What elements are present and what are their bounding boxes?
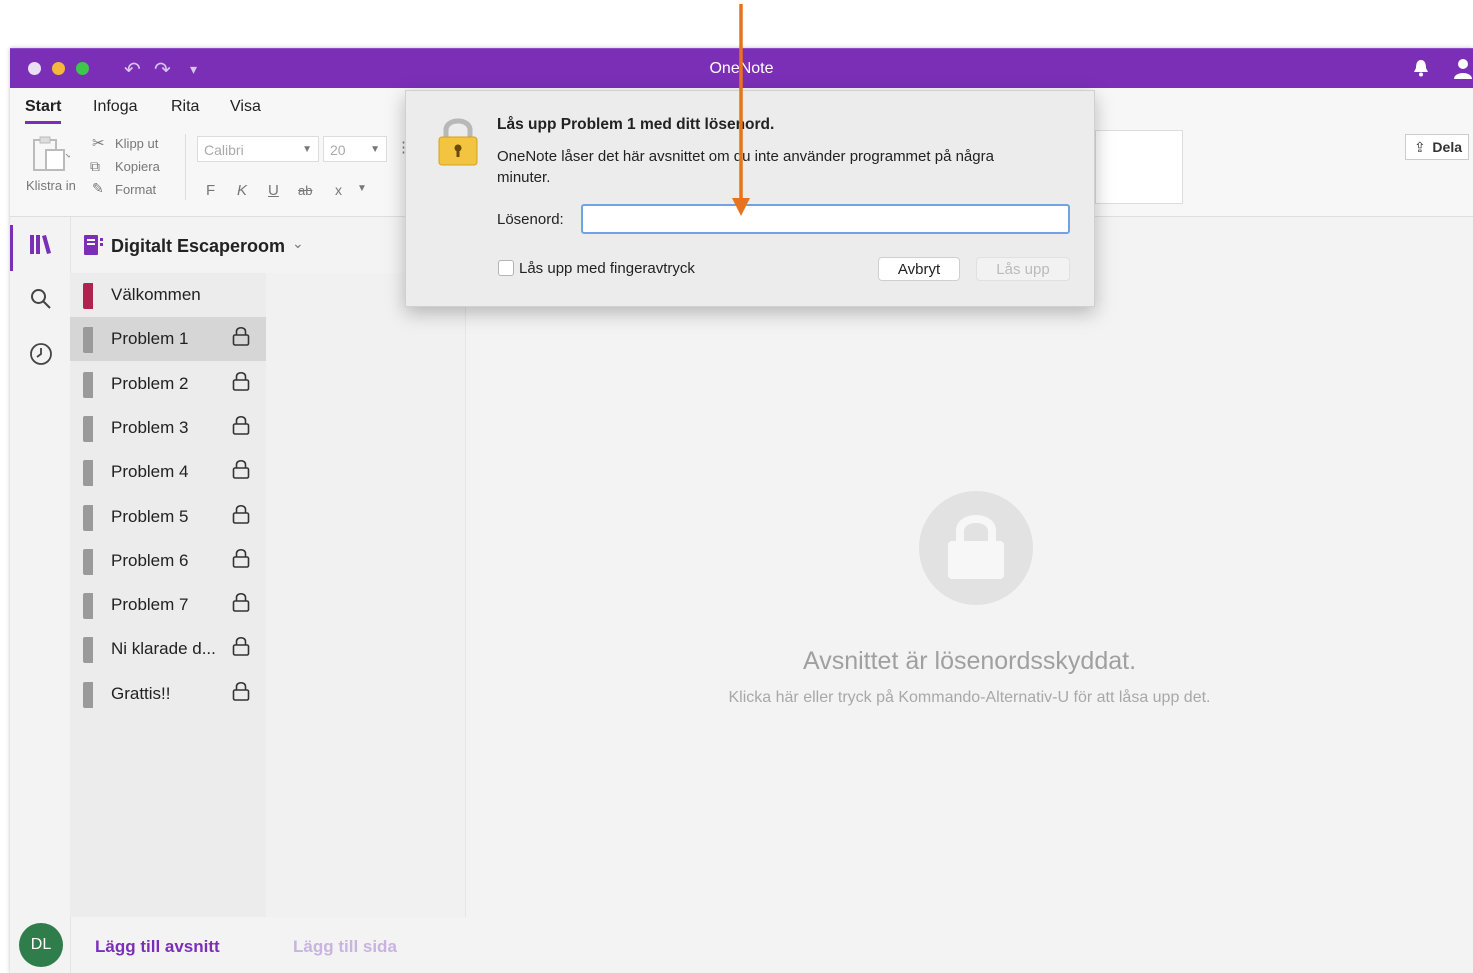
account-icon[interactable] xyxy=(1453,57,1473,84)
section-color-tab xyxy=(83,593,93,620)
lock-icon xyxy=(232,414,250,441)
notebooks-icon[interactable] xyxy=(29,233,53,260)
fingerprint-checkbox[interactable] xyxy=(498,260,514,276)
section-item[interactable]: Problem 5 xyxy=(70,495,266,539)
format-painter-icon[interactable]: ✎ xyxy=(92,180,104,197)
section-label: Problem 3 xyxy=(111,417,189,437)
section-label: Problem 4 xyxy=(111,462,189,482)
page-content-area[interactable]: Avsnittet är lösenordsskyddat. Klicka hä… xyxy=(466,217,1473,973)
underline-button[interactable]: U xyxy=(268,182,279,199)
font-size-value: 20 xyxy=(330,142,346,158)
recent-clock-icon[interactable] xyxy=(29,342,53,371)
section-label: Välkommen xyxy=(111,285,201,304)
section-color-tab xyxy=(83,415,93,442)
chevron-down-icon[interactable]: ▼ xyxy=(357,183,367,194)
section-color-tab xyxy=(83,504,93,531)
dialog-message: OneNote låser det här avsnittet om du in… xyxy=(497,148,994,186)
tab-rita[interactable]: Rita xyxy=(171,98,199,116)
tab-infoga[interactable]: Infoga xyxy=(93,98,137,116)
section-label: Problem 6 xyxy=(111,550,189,570)
chevron-down-icon: ▼ xyxy=(370,144,380,155)
lock-icon xyxy=(232,547,250,574)
share-label: Dela xyxy=(1432,139,1462,155)
section-item[interactable]: Problem 3 xyxy=(70,406,266,450)
section-color-tab xyxy=(83,460,93,487)
lock-icon xyxy=(232,635,250,662)
paste-icon[interactable] xyxy=(30,136,73,179)
unlock-button[interactable]: Lås upp xyxy=(976,257,1070,281)
notebook-title: Digitalt Escaperoom xyxy=(111,236,286,256)
section-label: Grattis!! xyxy=(111,683,171,703)
chevron-down-icon: ▼ xyxy=(302,144,312,155)
share-button[interactable]: ⇪ Dela xyxy=(1405,134,1469,160)
notifications-icon[interactable] xyxy=(1413,59,1429,82)
locked-hint[interactable]: Klicka här eller tryck på Kommando-Alter… xyxy=(466,689,1473,707)
strikethrough-button[interactable]: ab xyxy=(298,183,312,198)
share-icon: ⇪ xyxy=(1414,139,1426,155)
sections-list: Välkommen Problem 1 Problem 2 Problem 3 Prob… xyxy=(70,273,266,917)
tab-visa[interactable]: Visa xyxy=(230,98,261,116)
font-name-select[interactable]: Calibri ▼ xyxy=(197,136,319,162)
lock-icon xyxy=(232,370,250,397)
section-item[interactable]: Problem 4 xyxy=(70,450,266,494)
bold-button[interactable]: F xyxy=(206,182,215,199)
ribbon-style-gallery[interactable] xyxy=(1095,130,1183,204)
chevron-down-icon[interactable]: ⌄ xyxy=(292,235,304,252)
font-name-value: Calibri xyxy=(204,142,244,158)
section-color-tab xyxy=(83,548,93,575)
italic-button[interactable]: K xyxy=(237,182,247,199)
section-item[interactable]: Problem 6 xyxy=(70,539,266,583)
lock-icon xyxy=(232,325,250,352)
section-label: Problem 2 xyxy=(111,373,189,393)
cut-button[interactable]: Klipp ut xyxy=(115,136,158,151)
section-item[interactable]: Problem 7 xyxy=(70,583,266,627)
section-item[interactable]: Grattis!! xyxy=(70,672,266,716)
section-color-tab xyxy=(83,371,93,398)
nav-active-indicator xyxy=(10,225,13,271)
section-item[interactable]: Problem 2 xyxy=(70,362,266,406)
section-label: Ni klarade d... xyxy=(111,639,216,659)
search-icon[interactable] xyxy=(30,288,52,315)
notebook-icon xyxy=(83,234,103,261)
sidebar-footer: DL Lägg till avsnitt Lägg till sida xyxy=(10,917,1473,973)
add-page-button[interactable]: Lägg till sida xyxy=(293,937,397,957)
section-label: Problem 7 xyxy=(111,595,189,615)
section-color-tab xyxy=(83,681,93,708)
locked-section-icon xyxy=(919,491,1033,605)
paste-label[interactable]: Klistra in xyxy=(26,178,76,193)
section-item[interactable]: Problem 1 xyxy=(70,317,266,362)
section-color-tab xyxy=(83,327,93,354)
ribbon-divider xyxy=(185,134,186,200)
font-size-select[interactable]: 20 ▼ xyxy=(323,136,387,162)
section-item[interactable]: Ni klarade d... xyxy=(70,627,266,671)
locked-title: Avsnittet är lösenordsskyddat. xyxy=(802,647,1137,675)
tab-start[interactable]: Start xyxy=(25,98,62,124)
format-painter-button[interactable]: Format xyxy=(115,182,156,197)
annotation-arrow-icon xyxy=(732,4,750,216)
copy-icon[interactable]: ⧉ xyxy=(90,158,100,175)
section-color-tab xyxy=(83,283,93,309)
lock-icon xyxy=(232,503,250,530)
navigation-strip xyxy=(10,217,71,973)
padlock-icon xyxy=(437,115,479,172)
password-input[interactable] xyxy=(581,204,1070,234)
lock-icon xyxy=(232,591,250,618)
cancel-button[interactable]: Avbryt xyxy=(878,257,960,281)
lock-icon xyxy=(232,680,250,707)
subscript-button[interactable]: x xyxy=(335,182,342,198)
section-item[interactable]: Välkommen xyxy=(70,273,266,317)
fingerprint-label[interactable]: Lås upp med fingeravtryck xyxy=(519,260,695,277)
avatar[interactable]: DL xyxy=(19,923,63,967)
copy-button[interactable]: Kopiera xyxy=(115,159,160,174)
pages-list xyxy=(266,273,466,917)
cut-icon[interactable]: ✂ xyxy=(92,134,105,152)
section-label: Problem 1 xyxy=(111,329,189,349)
password-label: Lösenord: xyxy=(497,211,564,228)
lock-icon xyxy=(232,458,250,485)
section-color-tab xyxy=(83,637,93,664)
section-label: Problem 5 xyxy=(111,506,189,526)
add-section-button[interactable]: Lägg till avsnitt xyxy=(95,937,220,957)
